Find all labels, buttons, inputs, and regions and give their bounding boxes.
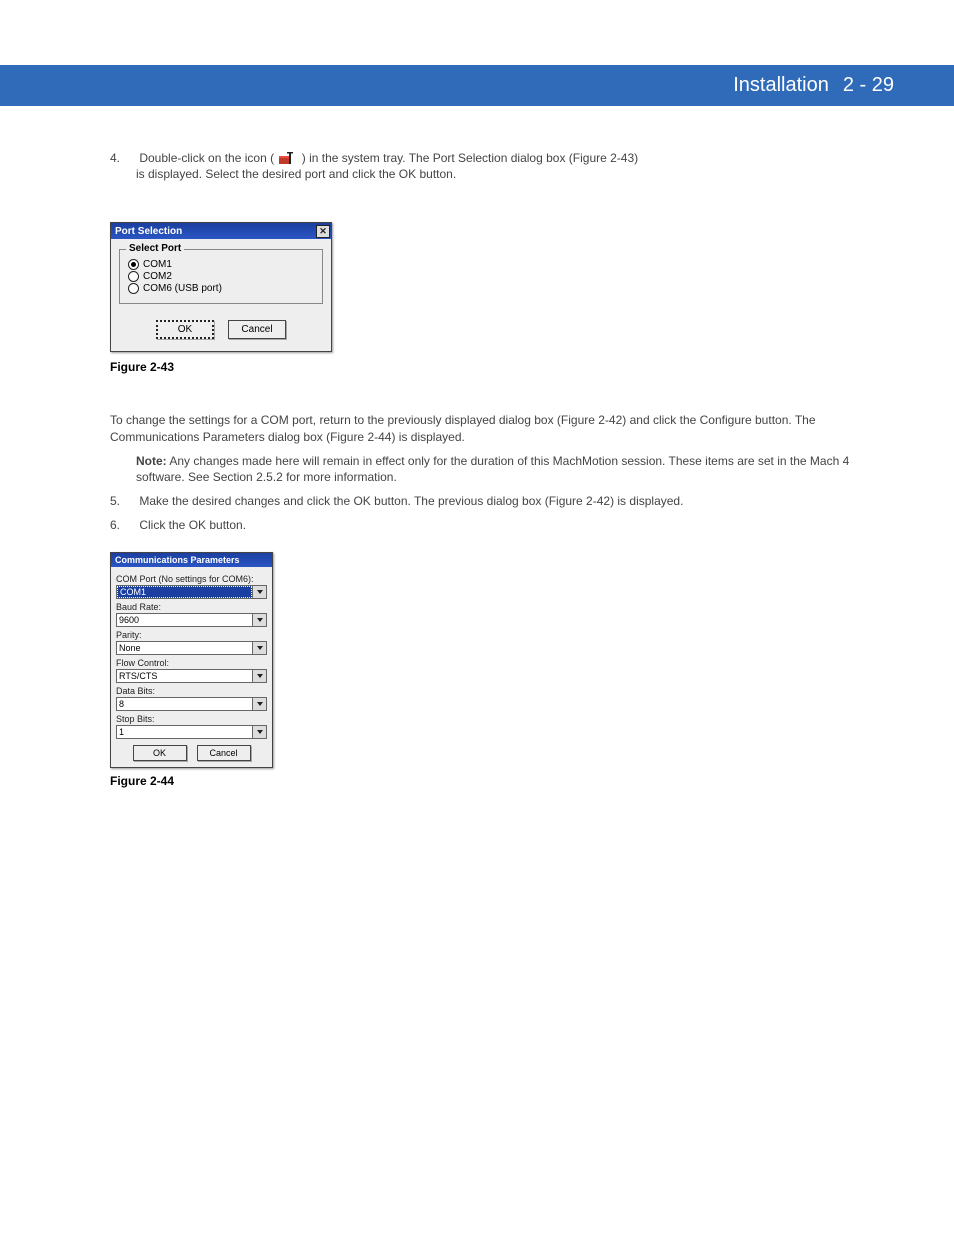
chevron-down-icon[interactable]	[252, 698, 266, 710]
comport-label: COM Port (No settings for COM6):	[116, 574, 267, 584]
chevron-down-icon[interactable]	[252, 670, 266, 682]
radio-com2[interactable]: COM2	[128, 271, 314, 282]
figure-2-44-caption: Figure 2-44	[110, 774, 894, 788]
note-label: Note:	[136, 454, 167, 468]
header-title: Installation	[733, 74, 829, 97]
port-selection-title: Port Selection	[115, 226, 182, 237]
mid-note: Note: Any changes made here will remain …	[136, 453, 894, 485]
figure-2-43-caption: Figure 2-43	[110, 360, 894, 374]
radio-com6-label: COM6 (USB port)	[143, 283, 222, 294]
select-port-legend: Select Port	[126, 243, 184, 254]
page-header: Installation 2 - 29	[0, 65, 954, 106]
parity-value: None	[117, 642, 252, 654]
chevron-down-icon[interactable]	[252, 614, 266, 626]
tray-icon	[279, 152, 296, 166]
step-number: 4.	[110, 150, 136, 166]
flow-select[interactable]: RTS/CTS	[116, 669, 267, 683]
radio-com6[interactable]: COM6 (USB port)	[128, 283, 314, 294]
close-icon[interactable]: ✕	[316, 225, 330, 238]
ok-button[interactable]: OK	[133, 745, 187, 761]
parity-select[interactable]: None	[116, 641, 267, 655]
cancel-button[interactable]: Cancel	[228, 320, 286, 339]
stopbits-value: 1	[117, 726, 252, 738]
comm-params-titlebar: Communications Parameters	[111, 553, 272, 567]
databits-select[interactable]: 8	[116, 697, 267, 711]
chevron-down-icon[interactable]	[252, 726, 266, 738]
chevron-down-icon[interactable]	[252, 642, 266, 654]
radio-com2-label: COM2	[143, 271, 172, 282]
step-4-line-c: is displayed. Select the desired port an…	[136, 166, 894, 182]
note-text: Any changes made here will remain in eff…	[136, 454, 849, 484]
stopbits-label: Stop Bits:	[116, 714, 267, 724]
step-5-body: Make the desired changes and click the O…	[139, 494, 683, 508]
baud-select[interactable]: 9600	[116, 613, 267, 627]
baud-value: 9600	[117, 614, 252, 626]
cancel-button[interactable]: Cancel	[197, 745, 251, 761]
header-page-number: 2 - 29	[843, 74, 894, 97]
step-4-text: 4. Double-click on the icon ( ) in the s…	[110, 150, 894, 182]
flow-value: RTS/CTS	[117, 670, 252, 682]
step-6-body: Click the OK button.	[139, 518, 246, 532]
comport-value: COM1	[117, 586, 252, 598]
flow-label: Flow Control:	[116, 658, 267, 668]
chevron-down-icon[interactable]	[252, 586, 266, 598]
baud-label: Baud Rate:	[116, 602, 267, 612]
step-6-text: 6. Click the OK button.	[110, 517, 894, 533]
radio-icon	[128, 259, 139, 270]
step-number: 6.	[110, 517, 136, 533]
mid-paragraph-1: To change the settings for a COM port, r…	[110, 412, 894, 444]
radio-com1-label: COM1	[143, 259, 172, 270]
databits-label: Data Bits:	[116, 686, 267, 696]
port-selection-dialog: Port Selection ✕ Select Port COM1 COM2	[110, 222, 332, 352]
step-number: 5.	[110, 493, 136, 509]
step-4-line-a: Double-click on the icon (	[139, 151, 274, 165]
parity-label: Parity:	[116, 630, 267, 640]
select-port-group: Select Port COM1 COM2 COM6 (USB port)	[119, 249, 323, 304]
step-4-line-b: ) in the system tray. The Port Selection…	[302, 151, 638, 165]
communications-parameters-dialog: Communications Parameters COM Port (No s…	[110, 552, 273, 768]
stopbits-select[interactable]: 1	[116, 725, 267, 739]
comport-select[interactable]: COM1	[116, 585, 267, 599]
radio-icon	[128, 283, 139, 294]
radio-com1[interactable]: COM1	[128, 259, 314, 270]
radio-icon	[128, 271, 139, 282]
ok-button[interactable]: OK	[156, 320, 214, 339]
step-5-text: 5. Make the desired changes and click th…	[110, 493, 894, 509]
comm-params-title: Communications Parameters	[115, 555, 240, 565]
databits-value: 8	[117, 698, 252, 710]
port-selection-titlebar: Port Selection ✕	[111, 223, 331, 239]
